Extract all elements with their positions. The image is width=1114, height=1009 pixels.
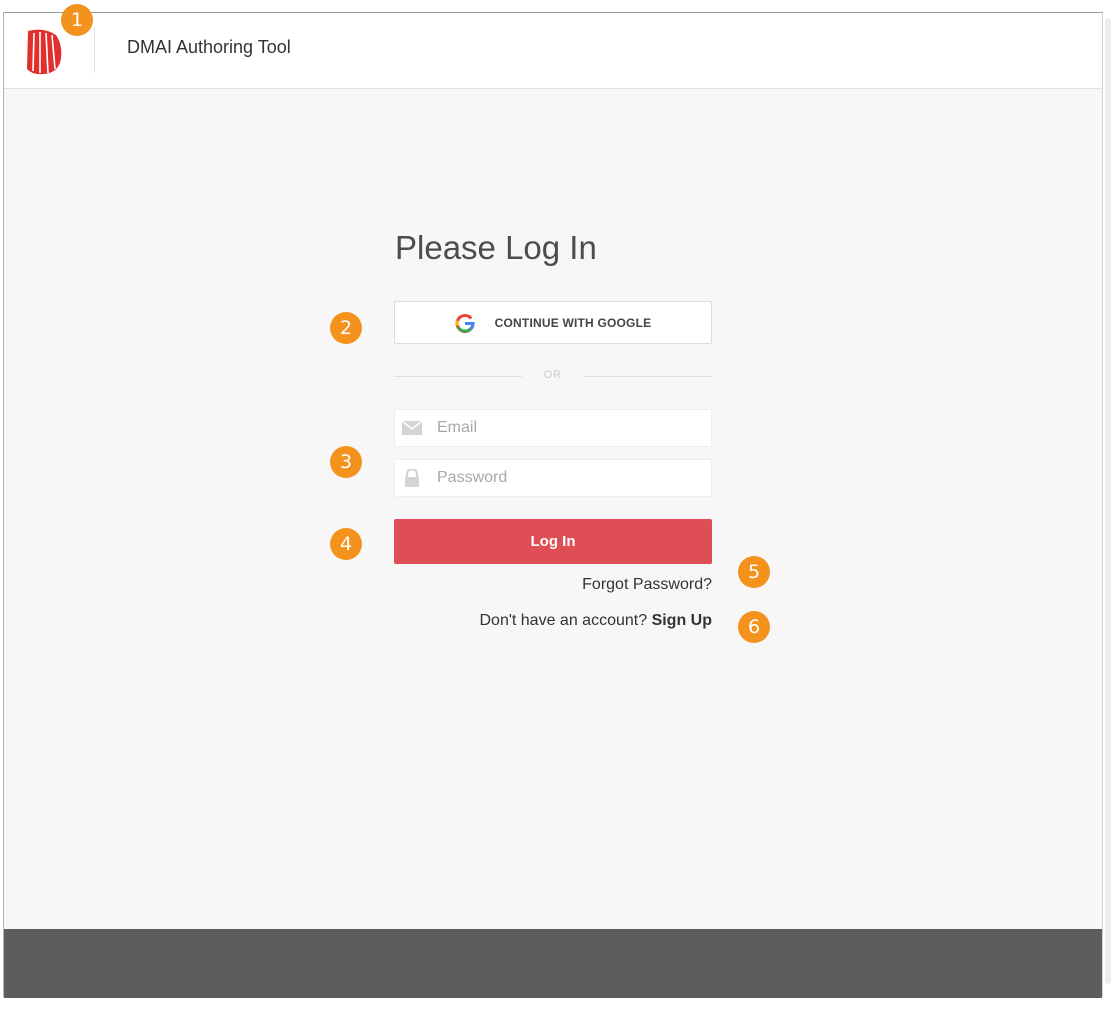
lock-icon: [405, 469, 419, 487]
or-divider: OR: [394, 368, 712, 386]
callout-badge-2: 2: [330, 312, 362, 344]
forgot-password-link[interactable]: Forgot Password?: [520, 576, 712, 594]
google-button-label: CONTINUE WITH GOOGLE: [494, 315, 652, 330]
google-g-icon: [455, 313, 475, 333]
sign-up-link[interactable]: Sign Up: [652, 612, 712, 629]
password-input[interactable]: [437, 460, 702, 496]
callout-badge-5: 5: [738, 556, 770, 588]
signup-row: Don't have an account? Sign Up: [420, 612, 712, 630]
top-bar: DMAI Authoring Tool: [4, 13, 1102, 89]
footer-bar: [4, 929, 1102, 998]
dmai-logo[interactable]: [24, 27, 64, 75]
callout-badge-3: 3: [330, 446, 362, 478]
callout-badge-1: 1: [61, 4, 93, 36]
callout-badge-4: 4: [330, 528, 362, 560]
or-text: OR: [543, 369, 563, 381]
app-window: DMAI Authoring Tool: [3, 12, 1103, 998]
password-field[interactable]: [394, 459, 712, 497]
scrollbar[interactable]: [1105, 18, 1111, 984]
topbar-divider: [94, 27, 95, 73]
log-in-button[interactable]: Log In: [394, 519, 712, 564]
email-field[interactable]: [394, 409, 712, 447]
signup-prompt: Don't have an account?: [479, 612, 648, 629]
page-title: Please Log In: [395, 229, 597, 266]
app-title: DMAI Authoring Tool: [127, 37, 291, 57]
continue-with-google-button[interactable]: CONTINUE WITH GOOGLE: [394, 301, 712, 344]
callout-badge-6: 6: [738, 611, 770, 643]
email-input[interactable]: [437, 410, 702, 446]
envelope-icon: [402, 420, 422, 435]
